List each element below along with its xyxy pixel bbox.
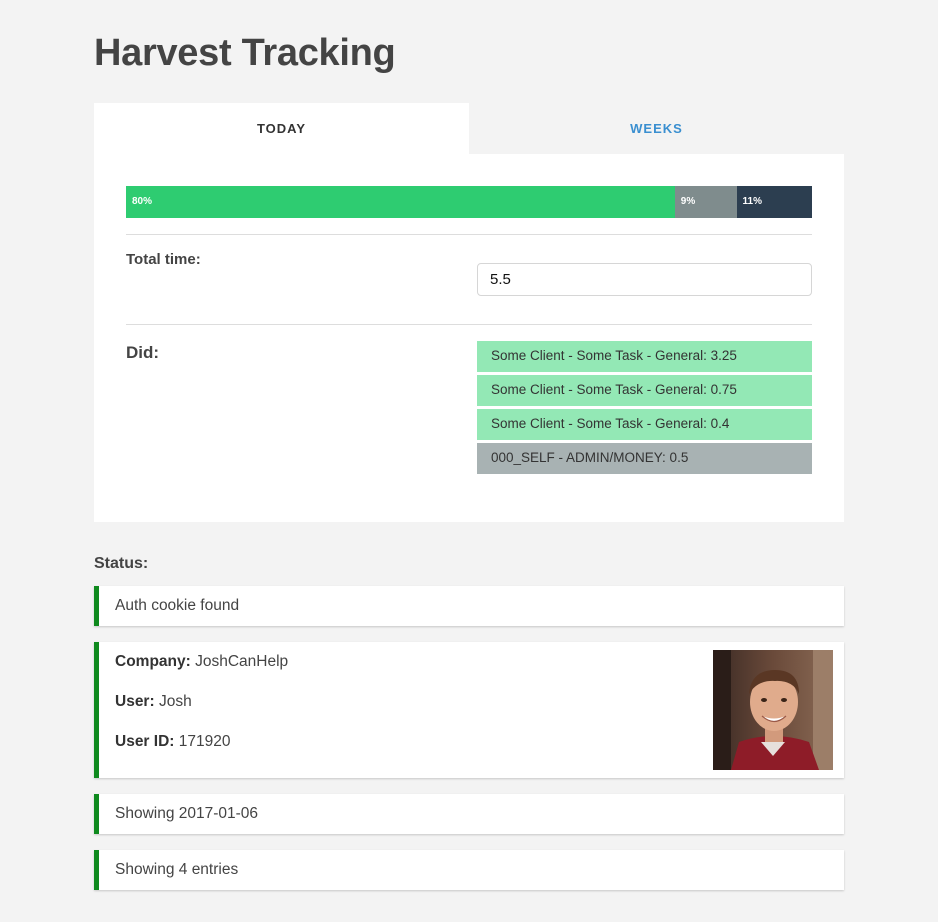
total-time-label: Total time: [126,251,201,268]
list-item: Some Client - Some Task - General: 0.4 [477,409,812,440]
page-title: Harvest Tracking [94,32,396,74]
list-item: Some Client - Some Task - General: 3.25 [477,341,812,372]
avatar [713,650,833,770]
divider [126,324,812,325]
tab-weeks[interactable]: WEEKS [469,103,844,155]
showing-entries-text: Showing 4 entries [115,861,239,878]
today-panel: 80% 9% 11% Total time: 5.5 Did: Some Cli… [94,154,844,522]
user-row: User: Josh [115,693,192,711]
company-value: JoshCanHelp [195,653,289,670]
tab-bar: TODAY WEEKS [94,103,844,155]
user-value: Josh [158,693,192,710]
user-id-row: User ID: 171920 [115,733,230,751]
did-entries-list: Some Client - Some Task - General: 3.25 … [477,341,812,477]
progress-segment-other: 9% [674,186,737,218]
time-progress-bar: 80% 9% 11% [126,186,812,218]
divider [126,234,812,235]
company-row: Company: JoshCanHelp [115,653,288,671]
progress-segment-billable: 80% [126,186,675,218]
status-card-user: Company: JoshCanHelp User: Josh User ID:… [94,642,844,778]
company-label: Company: [115,653,191,670]
auth-status-text: Auth cookie found [115,597,240,614]
status-card-date: Showing 2017-01-06 [94,794,844,834]
status-card-auth: Auth cookie found [94,586,844,626]
total-time-field[interactable]: 5.5 [477,263,812,296]
avatar-image [713,650,833,770]
showing-date-text: Showing 2017-01-06 [115,805,259,822]
did-label: Did: [126,343,160,362]
status-card-entries: Showing 4 entries [94,850,844,890]
status-heading: Status: [94,555,149,572]
user-id-label: User ID: [115,733,175,750]
list-item: Some Client - Some Task - General: 0.75 [477,375,812,406]
user-id-value: 171920 [178,733,231,750]
progress-segment-internal: 11% [736,186,812,218]
tab-today[interactable]: TODAY [94,103,469,155]
list-item: 000_SELF - ADMIN/MONEY: 0.5 [477,443,812,474]
user-label: User: [115,693,155,710]
